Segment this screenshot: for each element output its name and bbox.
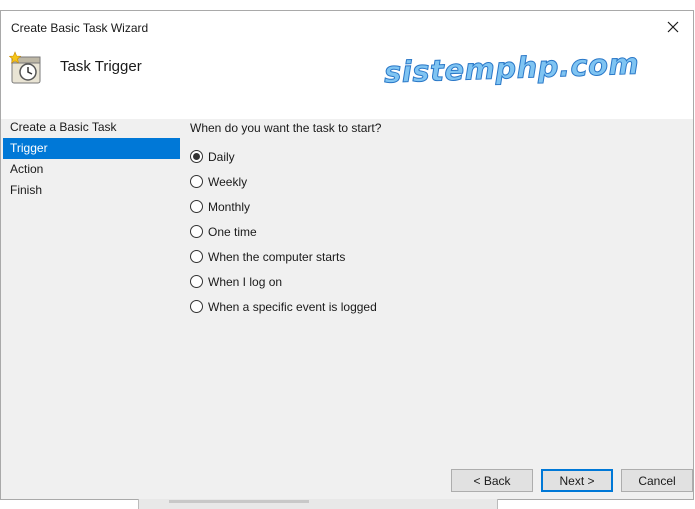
radio-label: Weekly xyxy=(208,174,248,189)
radio-daily[interactable]: Daily xyxy=(190,144,381,169)
nav-item-finish[interactable]: Finish xyxy=(3,180,180,201)
radio-button[interactable] xyxy=(190,300,203,313)
back-button[interactable]: < Back xyxy=(451,469,533,492)
radio-monthly[interactable]: Monthly xyxy=(190,194,381,219)
radio-button[interactable] xyxy=(190,150,203,163)
nav-item-create-basic-task[interactable]: Create a Basic Task xyxy=(3,117,180,138)
close-icon xyxy=(667,21,679,33)
radio-label: When I log on xyxy=(208,274,283,289)
radio-button[interactable] xyxy=(190,275,203,288)
radio-log-on[interactable]: When I log on xyxy=(190,269,381,294)
radio-label: Monthly xyxy=(208,199,251,214)
radio-label: One time xyxy=(208,224,257,239)
cancel-button[interactable]: Cancel xyxy=(621,469,693,492)
radio-label: Daily xyxy=(208,149,235,164)
window-title: Create Basic Task Wizard xyxy=(11,21,149,35)
wizard-header: Task Trigger sistemphp.com xyxy=(1,43,693,119)
wizard-window: Create Basic Task Wizard Task Trigger si… xyxy=(0,10,694,500)
nav-item-action[interactable]: Action xyxy=(3,159,180,180)
background-window-edge xyxy=(138,499,498,509)
radio-computer-starts[interactable]: When the computer starts xyxy=(190,244,381,269)
radio-weekly[interactable]: Weekly xyxy=(190,169,381,194)
background-scrollbar xyxy=(169,500,309,503)
next-button[interactable]: Next > xyxy=(541,469,613,492)
title-bar: Create Basic Task Wizard xyxy=(1,11,693,43)
radio-label: When a specific event is logged xyxy=(208,299,377,314)
radio-button[interactable] xyxy=(190,175,203,188)
page-title: Task Trigger xyxy=(60,58,142,75)
watermark-logo: sistemphp.com xyxy=(383,46,640,90)
trigger-content: When do you want the task to start? Dail… xyxy=(190,121,381,319)
radio-button[interactable] xyxy=(190,225,203,238)
radio-event-logged[interactable]: When a specific event is logged xyxy=(190,294,381,319)
trigger-question: When do you want the task to start? xyxy=(190,121,382,135)
radio-one-time[interactable]: One time xyxy=(190,219,381,244)
task-scheduler-icon xyxy=(9,51,41,84)
close-button[interactable] xyxy=(653,11,693,43)
radio-button[interactable] xyxy=(190,200,203,213)
nav-item-trigger[interactable]: Trigger xyxy=(3,138,180,159)
wizard-steps-nav: Create a Basic Task Trigger Action Finis… xyxy=(3,117,180,201)
radio-label: When the computer starts xyxy=(208,249,346,264)
radio-button[interactable] xyxy=(190,250,203,263)
